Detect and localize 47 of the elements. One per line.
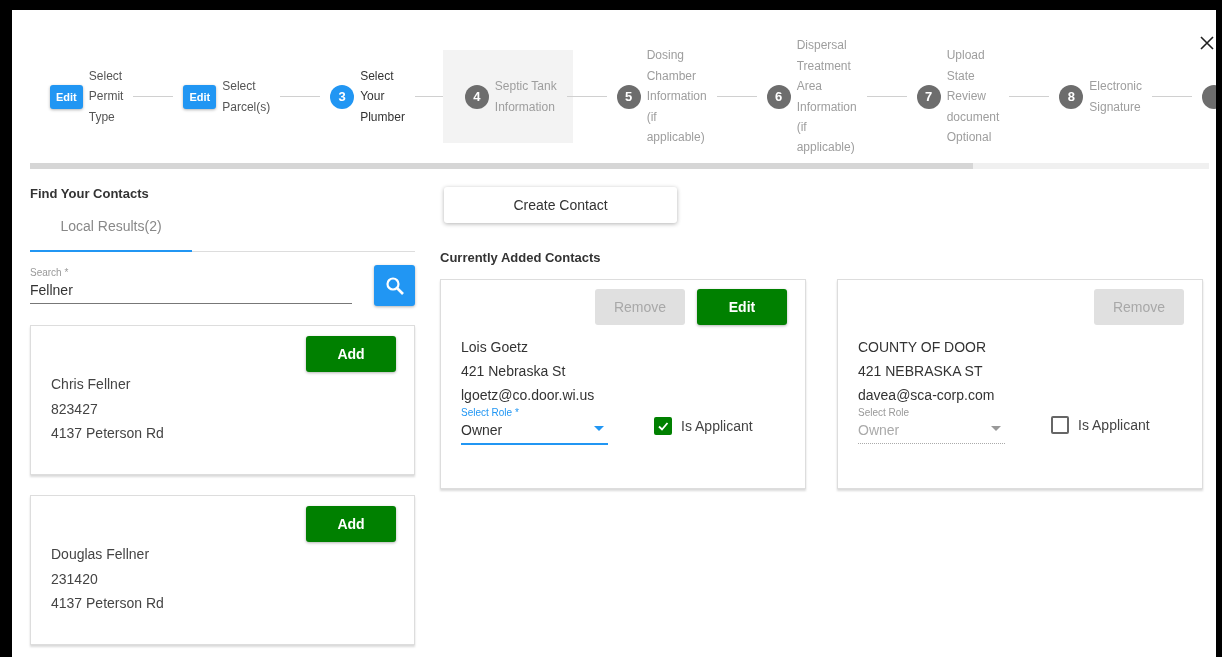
contact-address: 421 Nebraska St (461, 362, 567, 381)
section-title: Find Your Contacts (30, 186, 150, 201)
step-label: Dispersal Treatment Area Information (if applicable) (796, 37, 857, 157)
contact-address: 4137 Peterson Rd (51, 594, 165, 613)
contact-name: Douglas Fellner (51, 545, 151, 564)
contact-email: lgoetz@co.door.wi.us (461, 386, 596, 405)
applicant-checkbox[interactable] (1051, 416, 1069, 434)
contact-id: 231420 (51, 569, 99, 589)
contact-name: Chris Fellner (51, 375, 132, 394)
contact-email: davea@sca-corp.com (858, 386, 996, 405)
step-number: 5 (616, 84, 641, 109)
contact-address: 4137 Peterson Rd (51, 424, 165, 443)
search-button[interactable] (374, 265, 415, 306)
step-number: 6 (766, 84, 791, 109)
step-label: Upload State Review document Optional (946, 47, 1000, 147)
step-label: Dosing Chamber Information (if applicable) (646, 47, 707, 147)
edit-step-chip[interactable]: Edit (183, 84, 217, 109)
contact-address: 421 NEBRASKA ST (858, 362, 984, 381)
step-number: 8 (1059, 84, 1084, 109)
step-number: 4 (464, 84, 489, 109)
step-number: 7 (916, 84, 941, 109)
caret-icon (594, 426, 604, 431)
contact-name: Lois Goetz (461, 338, 529, 357)
close-icon[interactable] (1200, 36, 1214, 50)
step-label: Electronic Signature (1089, 78, 1142, 116)
step-label: Select Your Plumber (360, 67, 405, 126)
contact-name: COUNTY OF DOOR (858, 338, 988, 357)
check-icon (657, 420, 669, 432)
edit-step-chip[interactable]: Edit (50, 84, 83, 109)
search-field[interactable]: Search * Fellner (30, 267, 352, 304)
step-label: Select Permit Type (88, 67, 124, 126)
section-title: Currently Added Contacts (440, 250, 602, 265)
add-button[interactable]: Add (306, 336, 396, 372)
applicant-checkbox[interactable] (654, 417, 672, 435)
checkbox-label: Is Applicant (1078, 417, 1150, 433)
step-number: 3 (330, 84, 355, 109)
search-icon (384, 275, 405, 296)
checkbox-label: Is Applicant (681, 418, 753, 434)
step-label: Select Parcel(s) (222, 78, 271, 116)
contact-id: 823427 (51, 399, 99, 419)
edit-button[interactable]: Edit (697, 289, 787, 325)
caret-icon (991, 426, 1001, 431)
results-tab[interactable]: Local Results(2) (30, 209, 192, 252)
role-select[interactable]: Select Role * Owner (461, 407, 608, 445)
add-button[interactable]: Add (306, 506, 396, 542)
step-label: Septic Tank Information (494, 78, 557, 116)
create-contact-button[interactable]: Create Contact (444, 187, 677, 223)
